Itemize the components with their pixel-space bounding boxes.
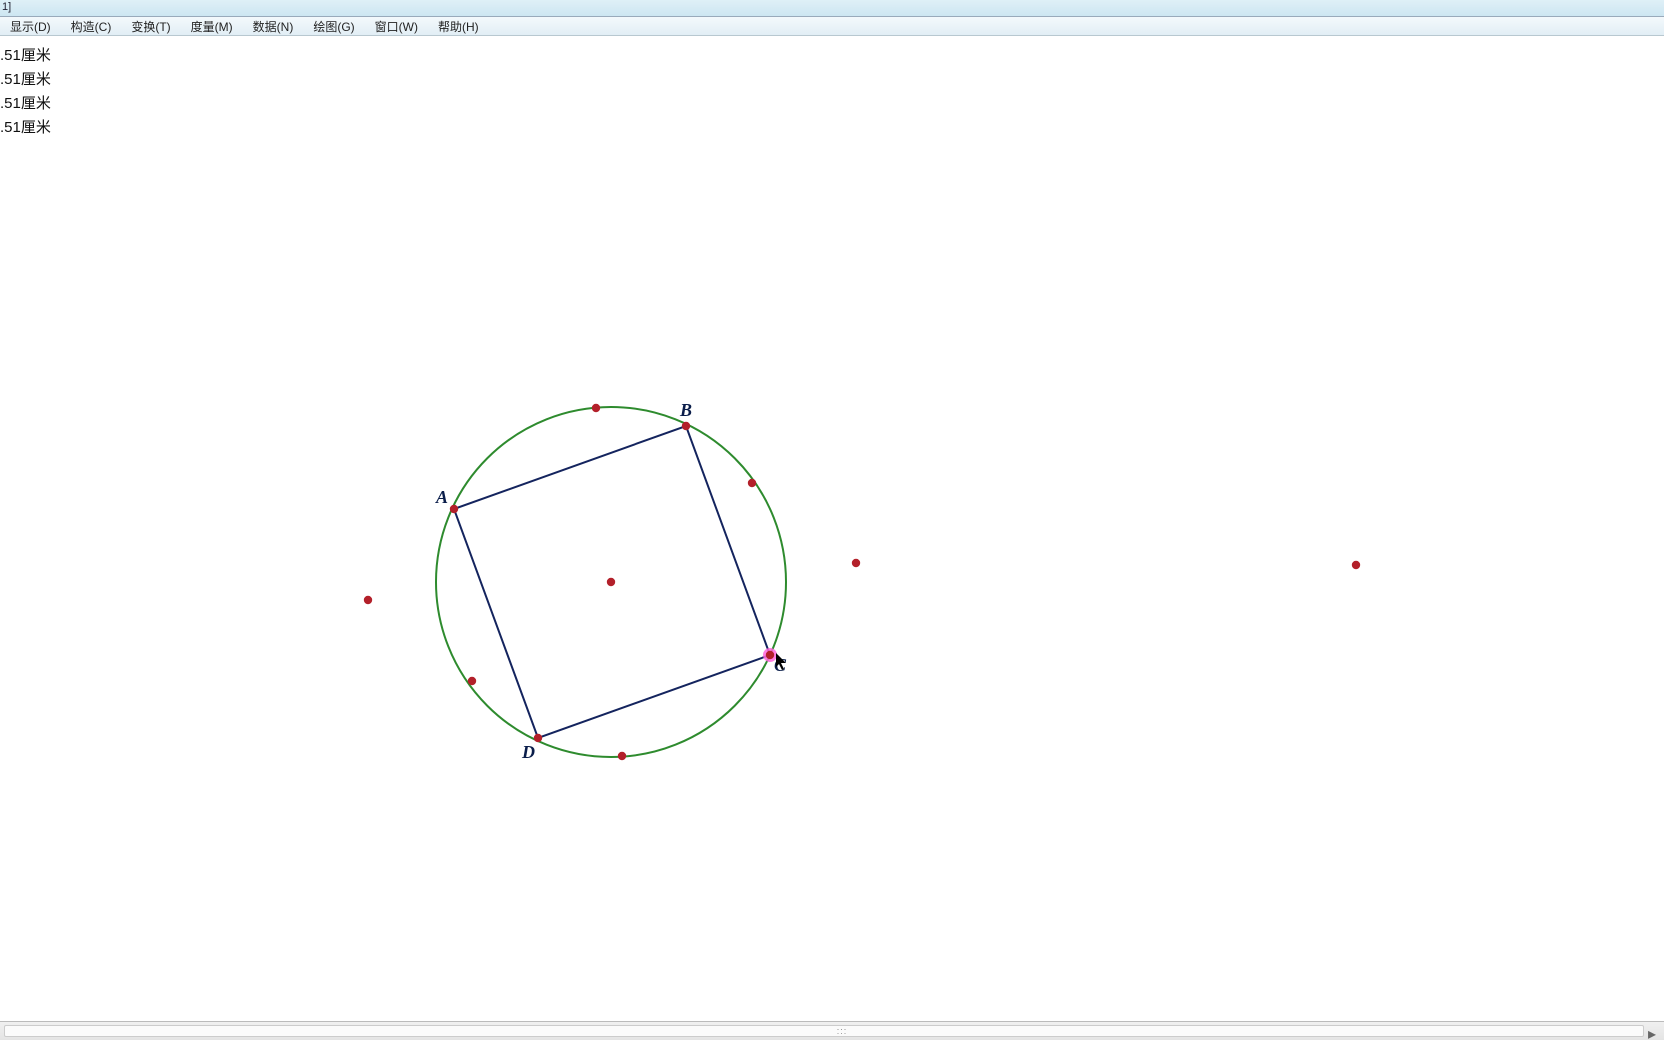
title-bar: 1]	[0, 0, 1664, 17]
point-c[interactable]	[766, 651, 774, 659]
menu-bar: 显示(D) 构造(C) 变换(T) 度量(M) 数据(N) 绘图(G) 窗口(W…	[0, 17, 1664, 36]
label-d[interactable]: D	[521, 742, 535, 762]
menu-display[interactable]: 显示(D)	[0, 17, 61, 35]
label-a[interactable]: A	[435, 487, 448, 507]
free-point[interactable]	[364, 596, 372, 604]
menu-transform[interactable]: 变换(T)	[121, 17, 180, 35]
free-point[interactable]	[1352, 561, 1360, 569]
circle-point[interactable]	[592, 404, 600, 412]
circle-point[interactable]	[748, 479, 756, 487]
center-point[interactable]	[607, 578, 615, 586]
free-point[interactable]	[852, 559, 860, 567]
menu-window[interactable]: 窗口(W)	[365, 17, 428, 35]
circle-point[interactable]	[618, 752, 626, 760]
title-text: 1]	[2, 1, 11, 13]
point-b[interactable]	[682, 422, 690, 430]
menu-help[interactable]: 帮助(H)	[428, 17, 489, 35]
menu-graph[interactable]: 绘图(G)	[303, 17, 364, 35]
circle-point[interactable]	[468, 677, 476, 685]
scroll-right-icon[interactable]: ▸	[1648, 1024, 1660, 1038]
menu-construct[interactable]: 构造(C)	[61, 17, 122, 35]
point-a[interactable]	[450, 505, 458, 513]
status-bar: ::: ▸	[0, 1021, 1664, 1040]
geometry-svg: A B C D	[0, 36, 1664, 1021]
menu-number[interactable]: 数据(N)	[243, 17, 304, 35]
horizontal-scrollbar[interactable]	[4, 1025, 1644, 1037]
menu-measure[interactable]: 度量(M)	[181, 17, 243, 35]
point-d[interactable]	[534, 734, 542, 742]
scrollbar-grip-icon: :::	[832, 1026, 852, 1036]
label-b[interactable]: B	[679, 400, 692, 420]
drawing-canvas[interactable]: .51厘米 .51厘米 .51厘米 .51厘米 A B C D	[0, 36, 1664, 1021]
